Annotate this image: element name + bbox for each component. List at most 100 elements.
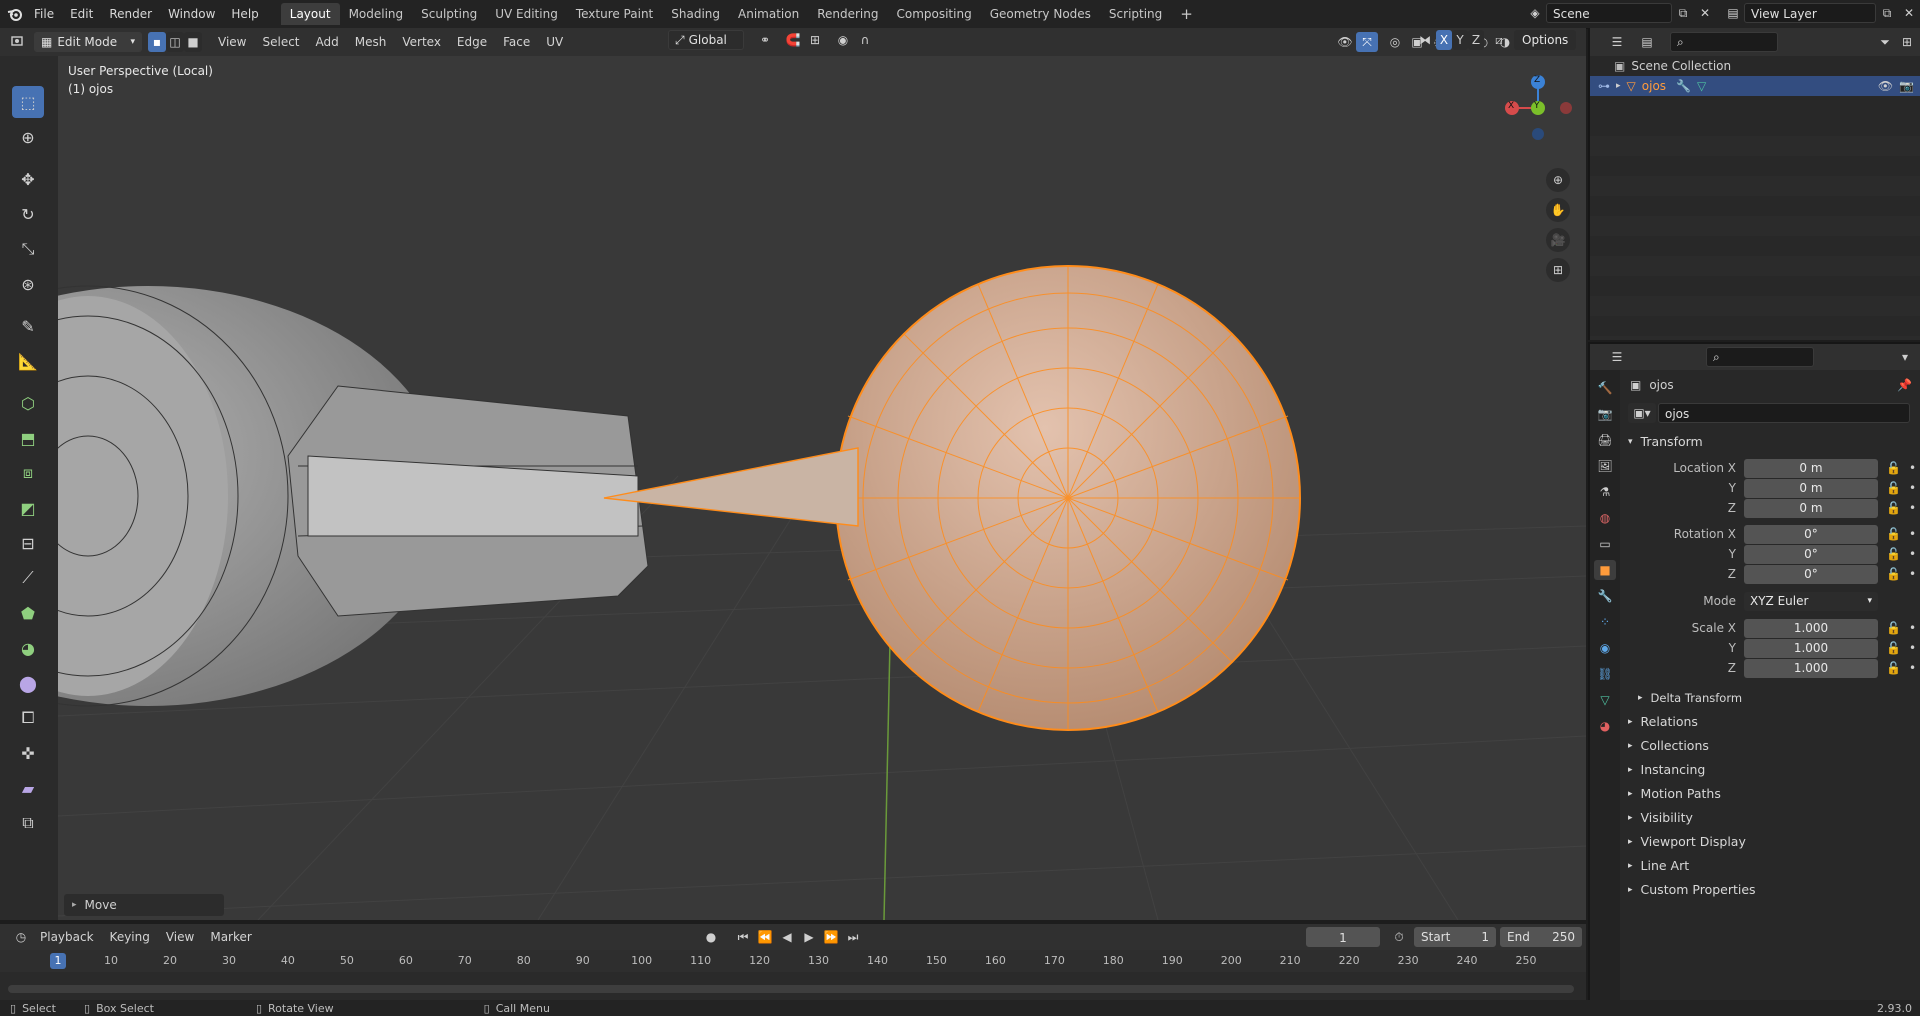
scale-y-field[interactable]: 1.000	[1744, 638, 1878, 658]
snap-icon[interactable]: 🧲	[782, 30, 804, 50]
play-reverse-icon[interactable]: ◀	[776, 927, 798, 947]
3d-viewport[interactable]: User Perspective (Local) (1) ojos Z X Y …	[58, 56, 1586, 920]
object-name-field[interactable]: ojos	[1658, 403, 1910, 423]
zoom-icon[interactable]: ⊕	[1546, 168, 1570, 192]
tab-rendering[interactable]: Rendering	[808, 3, 887, 25]
location-x-field[interactable]: 0 m	[1744, 458, 1878, 478]
menu-vertex[interactable]: Vertex	[394, 28, 449, 56]
panel-viewport-display[interactable]: ▸ Viewport Display	[1624, 830, 1920, 854]
edge-select-icon[interactable]: ◫	[166, 32, 184, 52]
gizmo-toggle-icon[interactable]: ⤧	[1356, 32, 1378, 52]
smooth-tool-icon[interactable]: ⬤	[12, 667, 44, 699]
lock-icon[interactable]: 🔓	[1886, 481, 1901, 495]
panel-line-art[interactable]: ▸ Line Art	[1624, 854, 1920, 878]
lock-icon[interactable]: 🔓	[1886, 461, 1901, 475]
menu-keying[interactable]: Keying	[102, 923, 158, 951]
object-browse-icon[interactable]: ▣▾	[1628, 403, 1656, 423]
menu-help[interactable]: Help	[223, 0, 266, 28]
menu-marker[interactable]: Marker	[202, 923, 259, 951]
camera-render-icon[interactable]: 📷	[1899, 79, 1914, 93]
pan-hand-icon[interactable]: ✋	[1546, 198, 1570, 222]
render-tab-icon[interactable]: 📷	[1594, 404, 1616, 424]
keyframe-dot-icon[interactable]: •	[1909, 641, 1916, 655]
menu-view[interactable]: View	[210, 28, 254, 56]
location-y-field[interactable]: 0 m	[1744, 478, 1878, 498]
lock-icon[interactable]: 🔓	[1886, 547, 1901, 561]
mode-select[interactable]: ▦ Edit Mode ▾	[34, 32, 142, 52]
view-layer-icon[interactable]: ▤	[1722, 3, 1744, 23]
vertex-select-icon[interactable]: ▪	[148, 32, 166, 52]
scale-x-field[interactable]: 1.000	[1744, 618, 1878, 638]
view-layer-copy-icon[interactable]: ⧉	[1876, 3, 1898, 23]
collection-tab-icon[interactable]: ▭	[1594, 534, 1616, 554]
rotate-tool-icon[interactable]: ↻	[12, 198, 44, 230]
view-layer-name-field[interactable]: View Layer	[1744, 3, 1876, 23]
scale-z-field[interactable]: 1.000	[1744, 658, 1878, 678]
mirror-y-toggle[interactable]: Y	[1452, 30, 1468, 50]
move-tool-icon[interactable]: ✥	[12, 163, 44, 195]
shrink-fatten-tool-icon[interactable]: ✜	[12, 737, 44, 769]
spin-tool-icon[interactable]: ◕	[12, 632, 44, 664]
menu-uv[interactable]: UV	[538, 28, 571, 56]
menu-add[interactable]: Add	[308, 28, 347, 56]
inset-tool-icon[interactable]: ⧈	[12, 457, 44, 489]
cursor-tool-icon[interactable]: ⊕	[12, 121, 44, 153]
overlay-toggle-icon[interactable]: ◎	[1384, 32, 1406, 52]
current-frame-field[interactable]: 1	[1306, 927, 1380, 947]
record-icon[interactable]: ●	[700, 927, 722, 947]
add-workspace-plus-icon[interactable]: +	[1171, 3, 1202, 25]
keyframe-dot-icon[interactable]: •	[1909, 527, 1916, 541]
jump-start-icon[interactable]: ⏮	[732, 927, 754, 947]
rip-region-tool-icon[interactable]: ⧉	[12, 807, 44, 839]
view-layer-tab-icon[interactable]: 🖼	[1594, 456, 1616, 476]
tab-animation[interactable]: Animation	[729, 3, 808, 25]
mirror-x-toggle[interactable]: X	[1436, 30, 1452, 50]
menu-face[interactable]: Face	[495, 28, 538, 56]
tab-shading[interactable]: Shading	[662, 3, 729, 25]
menu-window[interactable]: Window	[160, 0, 223, 28]
play-icon[interactable]: ▶	[798, 927, 820, 947]
keyframe-dot-icon[interactable]: •	[1909, 661, 1916, 675]
visibility-icon[interactable]: 👁	[1334, 32, 1356, 52]
scale-tool-icon[interactable]: ⤡	[12, 233, 44, 265]
rotation-mode-select[interactable]: XYZ Euler ▾	[1744, 591, 1878, 611]
annotate-tool-icon[interactable]: ✎	[12, 310, 44, 342]
properties-search-input[interactable]: ⌕	[1706, 347, 1814, 367]
material-tab-icon[interactable]: ◕	[1594, 716, 1616, 736]
tab-layout[interactable]: Layout	[280, 3, 340, 25]
lock-icon[interactable]: 🔓	[1886, 641, 1901, 655]
editor-type-icon[interactable]	[8, 32, 30, 52]
tab-geometry-nodes[interactable]: Geometry Nodes	[981, 3, 1100, 25]
loop-cut-tool-icon[interactable]: ⊟	[12, 527, 44, 559]
panel-motion-paths[interactable]: ▸ Motion Paths	[1624, 782, 1920, 806]
proportional-edit-icon[interactable]: ◉	[832, 30, 854, 50]
frame-ruler[interactable]: 1 10 20 30 40 50 60 70 80 90 100 110 120 130 140 150 160…	[0, 950, 1586, 972]
panel-visibility[interactable]: ▸ Visibility	[1624, 806, 1920, 830]
rotation-y-field[interactable]: 0°	[1744, 544, 1878, 564]
menu-edge[interactable]: Edge	[449, 28, 495, 56]
transform-orientation-select[interactable]: ⤢ Global	[668, 30, 744, 50]
navigation-gizmo[interactable]: Z X Y	[1498, 70, 1578, 150]
blender-logo-icon[interactable]	[4, 4, 26, 24]
new-collection-icon[interactable]: ⊞	[1896, 32, 1918, 52]
jump-end-icon[interactable]: ⏭	[842, 927, 864, 947]
filter-icon[interactable]: ⏷	[1874, 32, 1896, 52]
select-box-tool-icon[interactable]: ⬚	[12, 86, 44, 118]
scene-tab-icon[interactable]: ⚗	[1594, 482, 1616, 502]
display-mode-icon[interactable]: ▤	[1636, 32, 1658, 52]
outliner-item-ojos[interactable]: ⊶ ▸ ▽ ojos 🔧 ▽ 👁 📷	[1590, 76, 1920, 96]
mirror-icon[interactable]: ⧓	[1414, 30, 1436, 50]
tab-modeling[interactable]: Modeling	[340, 3, 413, 25]
extrude-tool-icon[interactable]: ⬒	[12, 422, 44, 454]
tab-compositing[interactable]: Compositing	[887, 3, 980, 25]
properties-editor-icon[interactable]: ☰	[1606, 347, 1628, 367]
timeline-editor-icon[interactable]: ◷	[10, 927, 32, 947]
lock-icon[interactable]: 🔓	[1886, 621, 1901, 635]
lock-icon[interactable]: 🔓	[1886, 567, 1901, 581]
menu-select[interactable]: Select	[254, 28, 307, 56]
eye-visibility-icon[interactable]: 👁	[1878, 79, 1893, 93]
transform-panel-header[interactable]: ▾ Transform	[1624, 430, 1920, 454]
tab-sculpting[interactable]: Sculpting	[412, 3, 486, 25]
face-select-icon[interactable]: ■	[184, 32, 202, 52]
scene-name-field[interactable]: Scene	[1546, 3, 1672, 23]
